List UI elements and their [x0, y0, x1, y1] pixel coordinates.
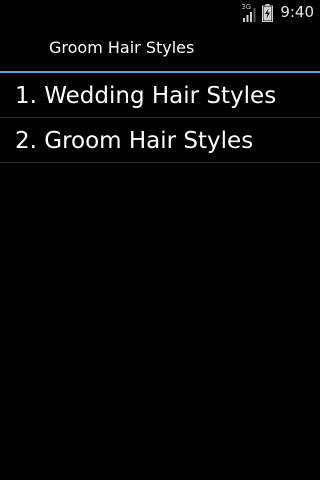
- status-clock: 9:40: [280, 3, 314, 21]
- status-bar: 3G 9:40: [0, 0, 320, 25]
- list-item-label: 2. Groom Hair Styles: [15, 128, 254, 154]
- signal-indicator: 3G: [241, 3, 257, 22]
- styles-list: 1. Wedding Hair Styles 2. Groom Hair Sty…: [0, 73, 320, 163]
- battery-charging-icon: [262, 3, 274, 22]
- page-title: Groom Hair Styles: [49, 38, 195, 57]
- signal-icon: [243, 7, 256, 22]
- title-bar: Groom Hair Styles: [0, 25, 320, 71]
- status-icons: 3G 9:40: [241, 2, 314, 23]
- list-item-groom-hair-styles[interactable]: 2. Groom Hair Styles: [0, 118, 320, 163]
- list-item-label: 1. Wedding Hair Styles: [15, 83, 277, 109]
- list-item-wedding-hair-styles[interactable]: 1. Wedding Hair Styles: [0, 73, 320, 118]
